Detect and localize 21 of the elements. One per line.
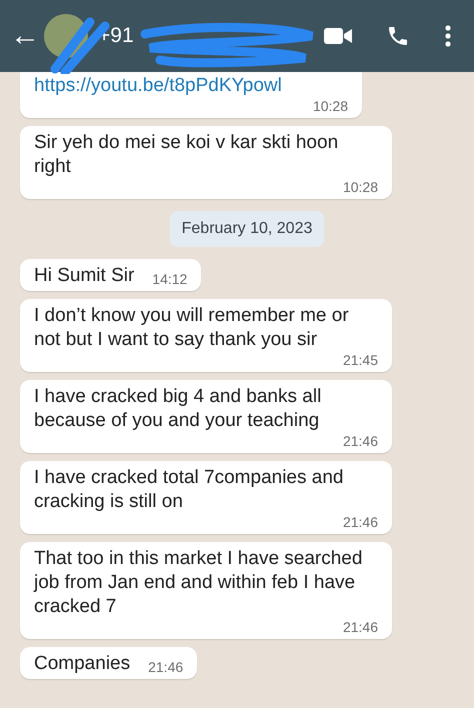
back-button[interactable]: ← xyxy=(0,21,40,51)
message-text: I have cracked big 4 and banks all because of you and your teaching xyxy=(34,385,322,433)
message-time: 21:45 xyxy=(342,352,378,369)
message-text: I don’t know you will remember me or not but I want to say thank you sir xyxy=(34,304,350,352)
menu-icon[interactable] xyxy=(444,24,452,48)
message-text: Sir yeh do mei se koi v kar skti hoon right xyxy=(34,131,340,179)
message-time: 21:46 xyxy=(342,433,378,450)
date-chip: February 10, 2023 xyxy=(170,211,324,247)
message-text: I have cracked total 7companies and cracking is still on xyxy=(34,466,344,514)
message-text: That too in this market I have searched job from Jan end and within feb I have cracked 7 xyxy=(34,547,364,619)
phone-icon[interactable] xyxy=(386,24,410,48)
message-time: 21:46 xyxy=(147,659,184,676)
message-text: Hi Sumit Sir xyxy=(34,264,134,288)
message-time: 10:28 xyxy=(312,98,348,115)
message-time: 14:12 xyxy=(151,271,188,288)
message-time: 21:46 xyxy=(342,514,378,531)
message-time: 10:28 xyxy=(342,179,378,196)
message-time: 21:46 xyxy=(342,619,378,636)
message-link[interactable]: https://youtu.be/t8pPdKYpowl xyxy=(34,74,348,98)
video-call-icon[interactable] xyxy=(324,27,352,45)
message-text: Companies xyxy=(34,652,130,676)
